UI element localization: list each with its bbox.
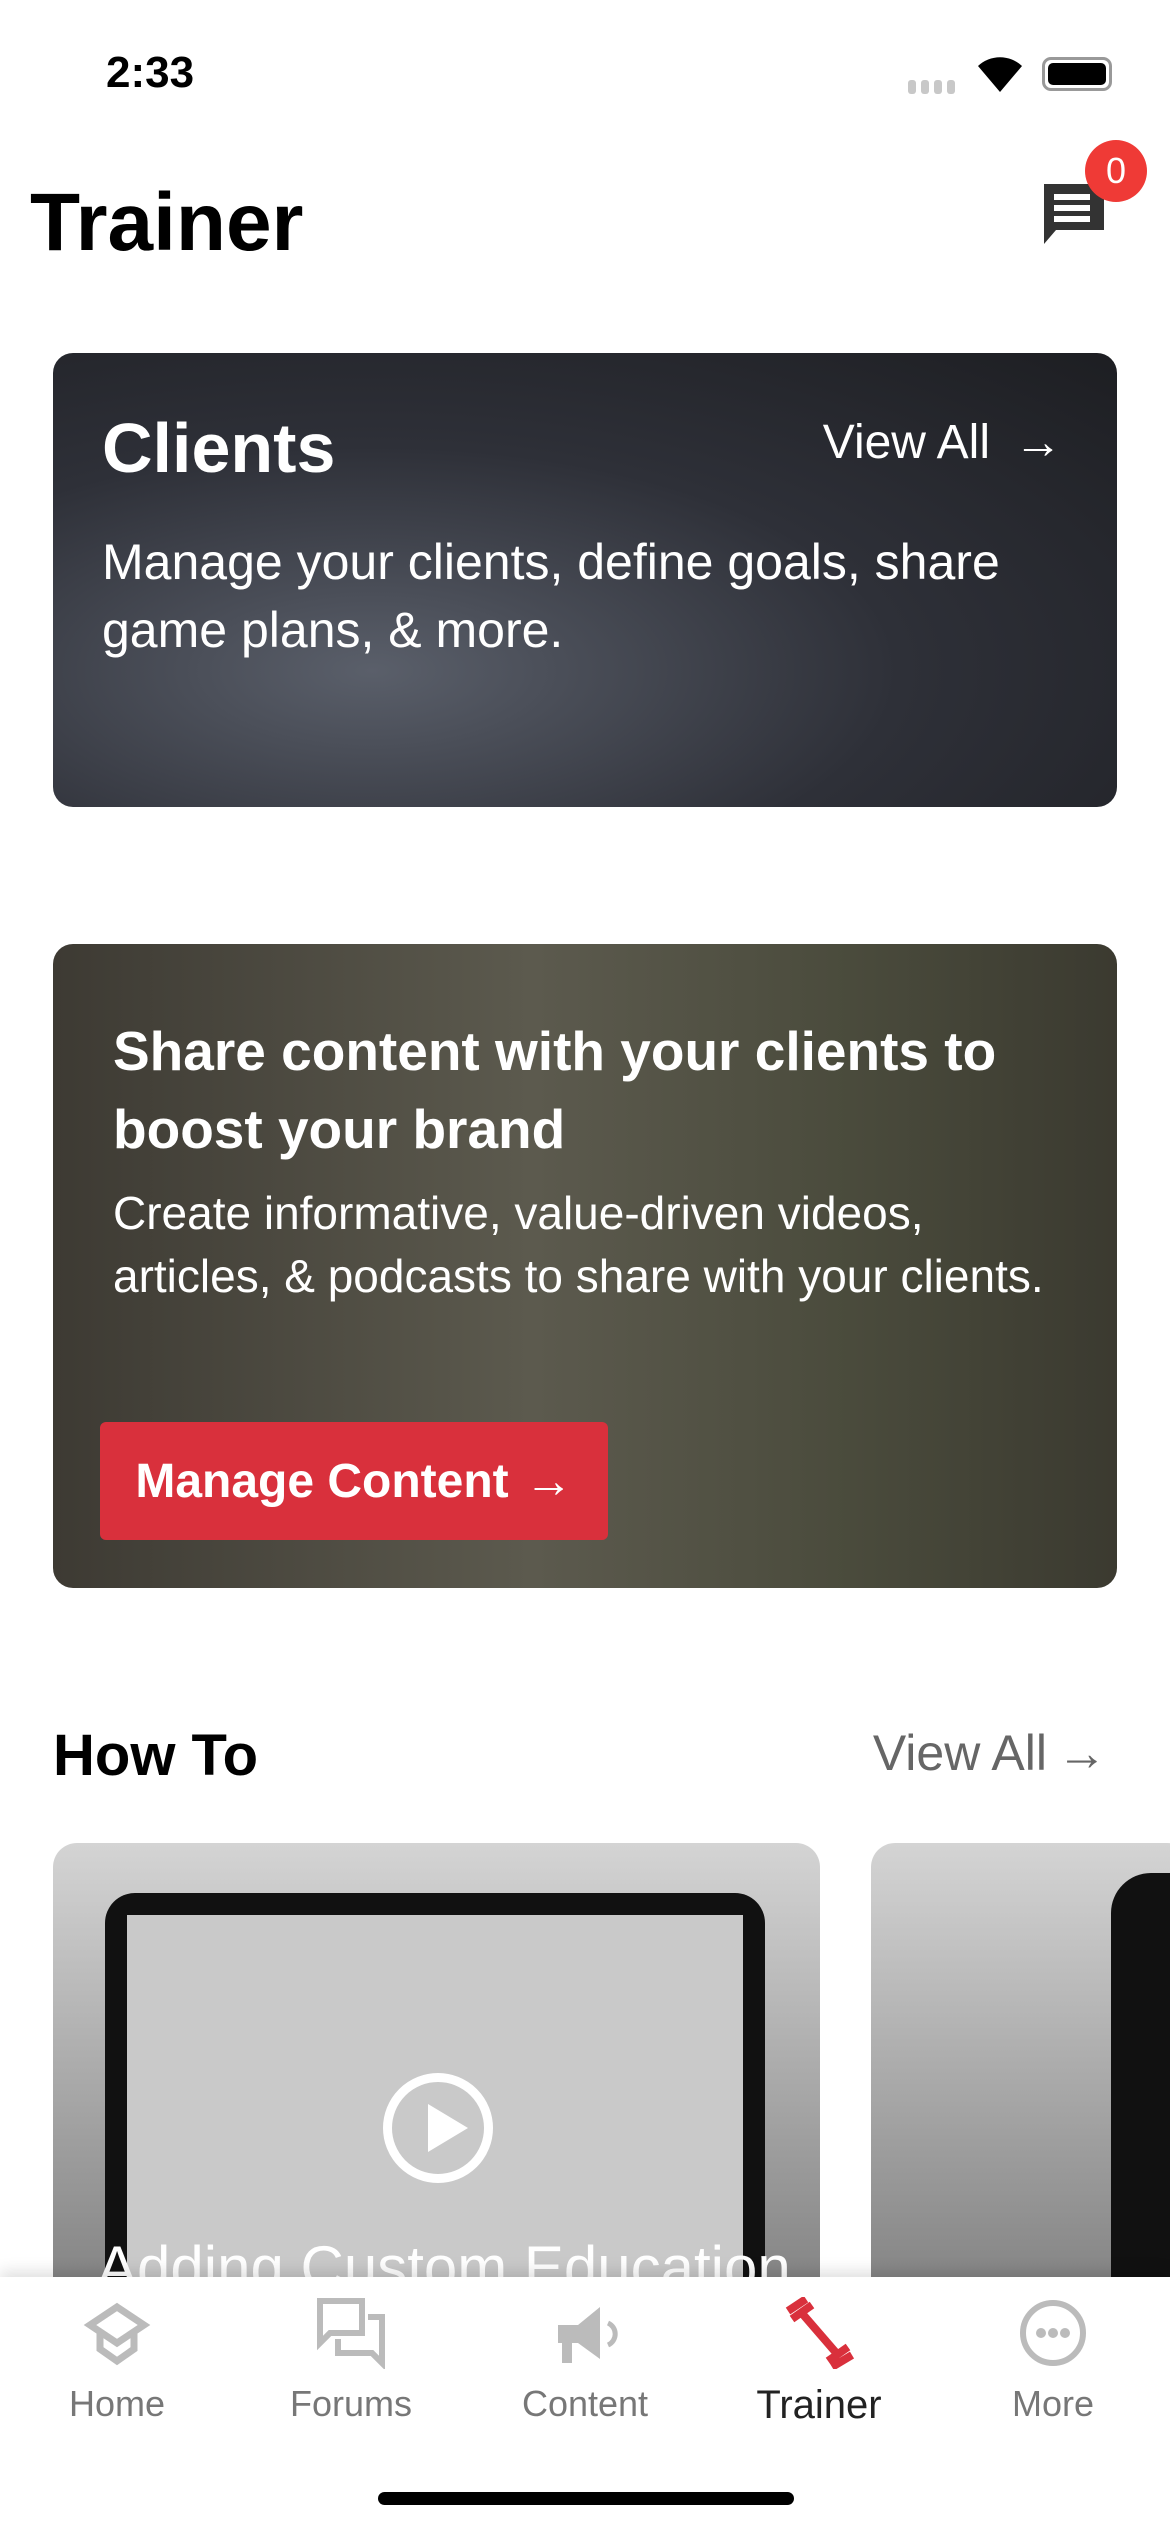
clients-description: Manage your clients, define goals, share… bbox=[102, 534, 1000, 658]
clients-card[interactable]: Clients View All → Manage your clients, d… bbox=[53, 353, 1117, 807]
tab-label: Content bbox=[521, 2383, 649, 2424]
video-card[interactable]: Adding Custom Education bbox=[53, 1843, 820, 2343]
page-title: Trainer bbox=[30, 177, 304, 268]
tab-more[interactable]: More bbox=[936, 2297, 1170, 2425]
how-to-heading: How To bbox=[53, 1723, 259, 1788]
tab-trainer[interactable]: Trainer bbox=[702, 2297, 936, 2428]
status-time: 2:33 bbox=[106, 48, 195, 97]
arrow-right-icon: → bbox=[1057, 1725, 1107, 1781]
dumbbell-icon bbox=[785, 2297, 854, 2369]
forums-icon bbox=[317, 2298, 385, 2369]
content-card: Share content with your clients to boost… bbox=[53, 944, 1117, 1588]
messages-badge: 0 bbox=[1085, 140, 1147, 202]
clients-view-all-link[interactable]: View All → bbox=[823, 415, 1062, 470]
arrow-right-icon: → bbox=[524, 1454, 573, 1508]
home-indicator[interactable] bbox=[378, 2492, 794, 2505]
signal-icon bbox=[908, 80, 955, 94]
battery-icon bbox=[1042, 57, 1112, 91]
manage-content-label: Manage Content bbox=[135, 1454, 509, 1508]
content-card-title: Share content with your clients to boost… bbox=[113, 1020, 997, 1160]
more-icon bbox=[1020, 2300, 1086, 2366]
clients-title: Clients bbox=[102, 409, 336, 487]
view-all-label: View All bbox=[822, 416, 990, 469]
how-to-view-all-link[interactable]: View All → bbox=[873, 1724, 1107, 1782]
tab-home[interactable]: Home bbox=[0, 2297, 234, 2425]
megaphone-icon bbox=[558, 2307, 618, 2363]
tab-forums[interactable]: Forums bbox=[234, 2297, 468, 2425]
play-icon[interactable] bbox=[383, 2073, 493, 2183]
tab-label: Trainer bbox=[756, 2383, 882, 2427]
tab-content[interactable]: Content bbox=[468, 2297, 702, 2425]
manage-content-button[interactable]: Manage Content → bbox=[100, 1422, 608, 1540]
tab-label: Home bbox=[68, 2383, 166, 2424]
video-card[interactable] bbox=[871, 1843, 1170, 2343]
arrow-right-icon: → bbox=[1014, 416, 1062, 469]
graduation-cap-icon bbox=[83, 2302, 151, 2366]
tab-label: More bbox=[1011, 2383, 1095, 2424]
tab-label: Forums bbox=[289, 2383, 412, 2424]
view-all-label: View All bbox=[872, 1725, 1047, 1781]
wifi-icon bbox=[978, 57, 1022, 92]
content-card-description: Create informative, value-driven videos,… bbox=[113, 1187, 1044, 1302]
video-thumbnail bbox=[1111, 1873, 1170, 2343]
